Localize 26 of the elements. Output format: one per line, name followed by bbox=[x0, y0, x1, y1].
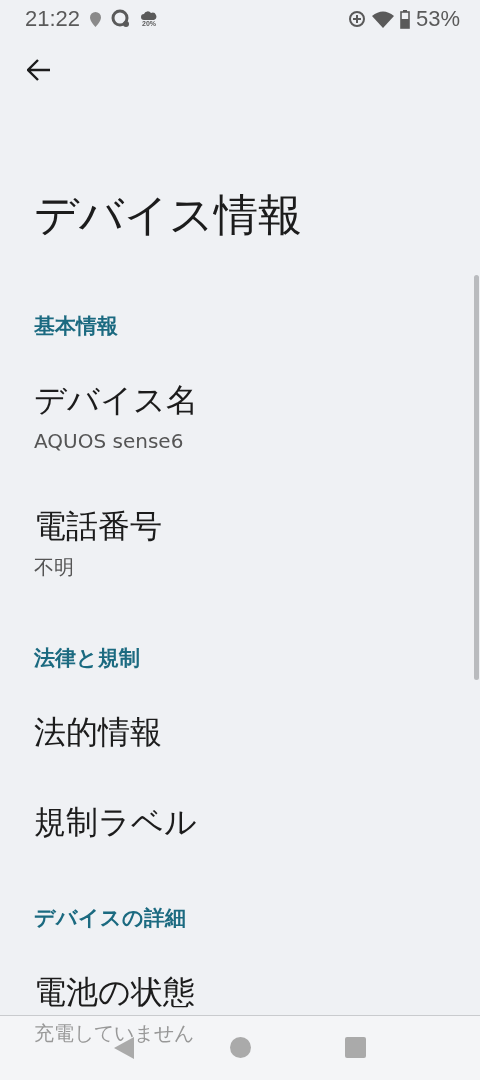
setting-title[interactable]: 電話番号 bbox=[34, 506, 446, 546]
setting-summary: 充電していません bbox=[34, 1020, 195, 1046]
data-saver-icon bbox=[347, 10, 366, 28]
battery-icon bbox=[399, 9, 410, 29]
home-circle-icon bbox=[230, 1037, 251, 1058]
section-header: 法律と規制 bbox=[33, 645, 141, 672]
setting-title[interactable]: 規制ラベル bbox=[34, 802, 446, 842]
setting-title[interactable]: デバイス名 bbox=[34, 380, 446, 420]
cloud-icon bbox=[141, 10, 158, 20]
back-arrow-icon bbox=[27, 59, 51, 81]
location-pin-icon bbox=[90, 11, 102, 27]
setting-summary: 不明 bbox=[34, 554, 75, 580]
back-button[interactable] bbox=[26, 57, 52, 83]
section-header: デバイスの詳細 bbox=[33, 905, 187, 932]
recents-square-icon bbox=[345, 1037, 366, 1058]
wifi-icon bbox=[371, 10, 394, 28]
page-title: デバイス情報 bbox=[34, 189, 303, 241]
battery-percentage: 53% bbox=[415, 6, 460, 32]
setting-title[interactable]: 電池の状態 bbox=[34, 972, 446, 1012]
notification-icon bbox=[111, 9, 132, 29]
section-header: 基本情報 bbox=[33, 313, 119, 340]
setting-title[interactable]: 法的情報 bbox=[34, 712, 446, 752]
setting-summary: AQUOS sense6 bbox=[34, 428, 185, 454]
recents-button[interactable] bbox=[345, 1037, 366, 1058]
clock-time: 21:22 bbox=[25, 6, 81, 32]
home-button[interactable] bbox=[230, 1037, 251, 1058]
